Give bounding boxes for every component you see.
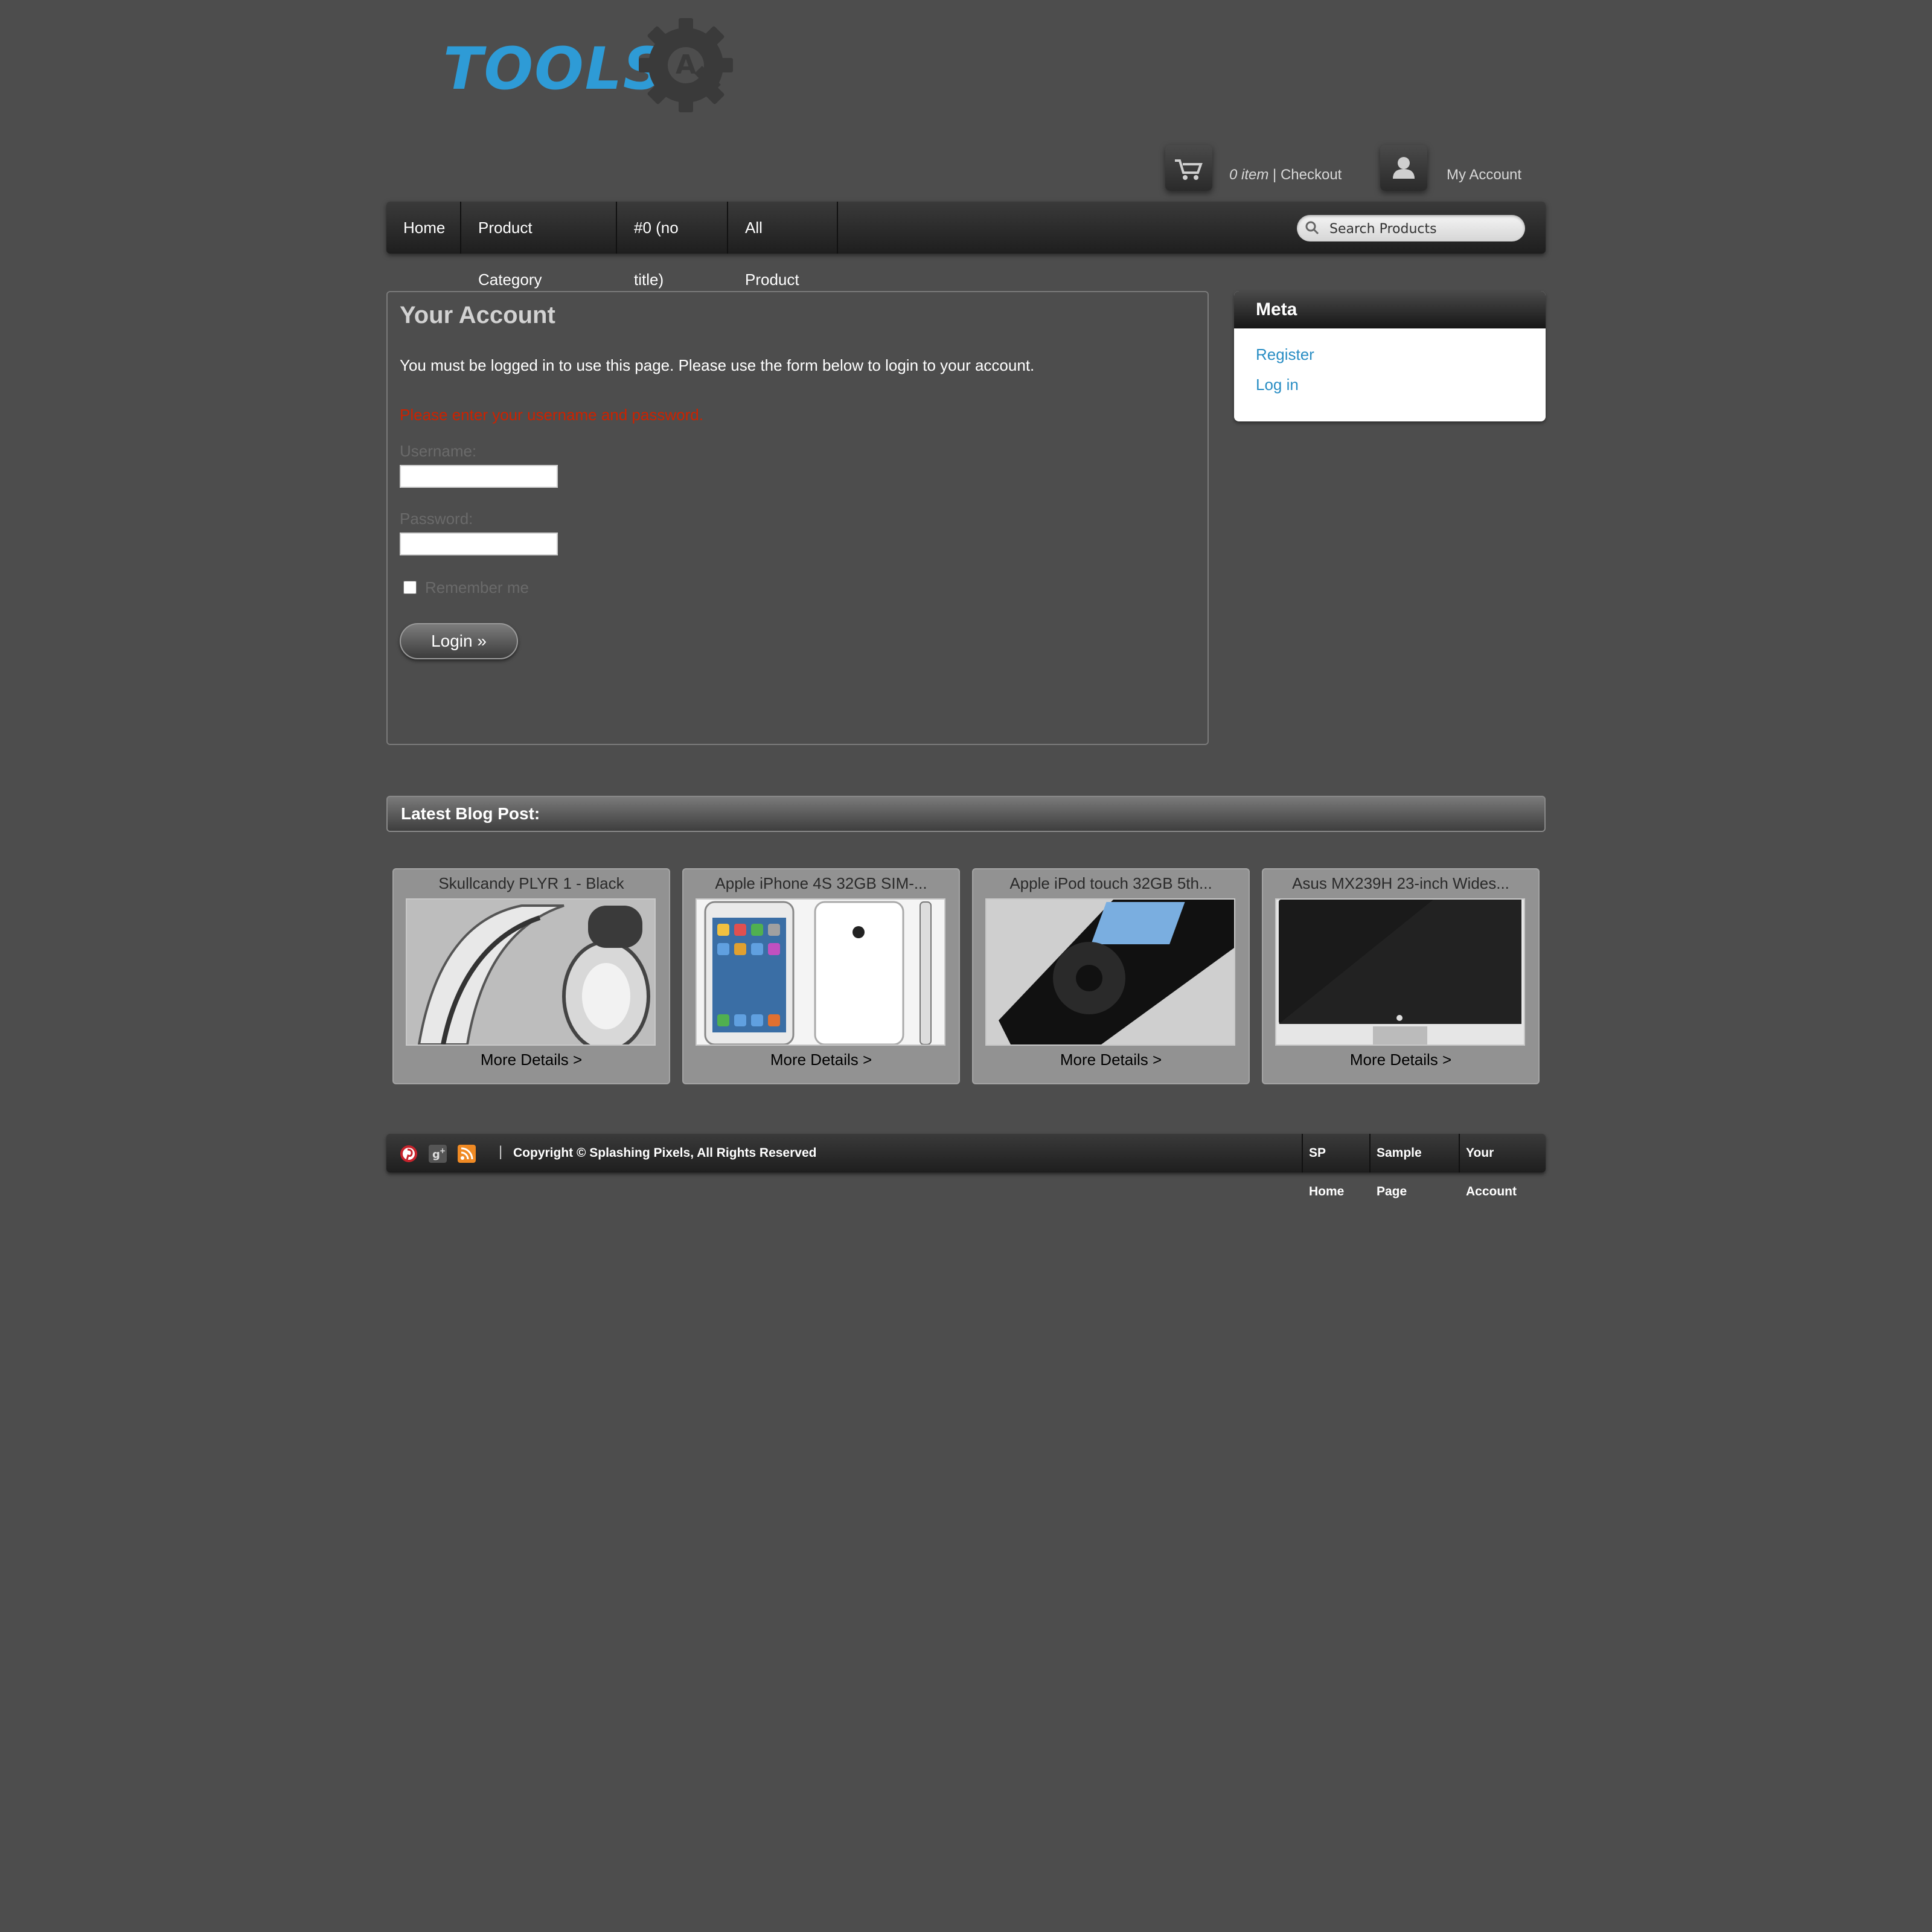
product-title[interactable]: Skullcandy PLYR 1 - Black bbox=[394, 874, 669, 893]
remember-me-checkbox[interactable] bbox=[403, 581, 417, 594]
remember-me-label: Remember me bbox=[425, 578, 529, 597]
checkout-link[interactable]: Checkout bbox=[1281, 167, 1342, 183]
more-details-link[interactable]: More Details > bbox=[973, 1051, 1249, 1069]
google-plus-icon[interactable]: g + bbox=[429, 1145, 447, 1163]
rss-icon[interactable] bbox=[458, 1145, 476, 1163]
product-image-ipod[interactable] bbox=[985, 898, 1235, 1046]
product-image-monitor[interactable] bbox=[1275, 898, 1525, 1046]
product-card: Apple iPod touch 32GB 5th... More Detail… bbox=[972, 868, 1250, 1084]
cart-separator: | bbox=[1268, 167, 1281, 183]
pinterest-icon[interactable] bbox=[400, 1145, 418, 1163]
footer-link-sample-page[interactable]: Sample Page bbox=[1369, 1134, 1459, 1198]
footer-link-sp-home[interactable]: SP Home bbox=[1302, 1134, 1369, 1198]
username-field[interactable] bbox=[400, 465, 558, 488]
meta-title: Meta bbox=[1234, 291, 1546, 328]
product-card: Skullcandy PLYR 1 - Black More Details > bbox=[392, 868, 670, 1084]
product-card: Asus MX239H 23-inch Wides... More Detail… bbox=[1262, 868, 1540, 1084]
login-link[interactable]: Log in bbox=[1256, 376, 1299, 394]
account-panel: Your Account You must be logged in to us… bbox=[386, 291, 1209, 745]
my-account-link[interactable]: My Account bbox=[1447, 167, 1521, 184]
cart-summary: 0 item | Checkout bbox=[1229, 167, 1342, 184]
login-button[interactable]: Login » bbox=[400, 623, 518, 659]
page-wrapper: TOOLS A 0 item | Checkout My Account Hom… bbox=[386, 0, 1546, 1208]
nav-item-home[interactable]: Home bbox=[386, 202, 461, 254]
product-image-headphones[interactable] bbox=[406, 898, 656, 1046]
register-link[interactable]: Register bbox=[1256, 345, 1314, 364]
footer-separator: | bbox=[499, 1144, 503, 1160]
cart-button[interactable] bbox=[1165, 145, 1212, 191]
product-image-iphone[interactable] bbox=[696, 898, 945, 1046]
copyright-text: Copyright © Splashing Pixels, All Rights… bbox=[513, 1146, 817, 1160]
svg-text:g: g bbox=[432, 1148, 440, 1161]
product-title[interactable]: Apple iPhone 4S 32GB SIM-... bbox=[683, 874, 959, 893]
product-card: Apple iPhone 4S 32GB SIM-... More Detail… bbox=[682, 868, 960, 1084]
site-footer: g + | Copyright © Splashing Pixels, All … bbox=[386, 1134, 1546, 1198]
latest-blog-header: Latest Blog Post: bbox=[386, 796, 1546, 832]
nav-item-no-title[interactable]: #0 (no title) bbox=[617, 202, 728, 289]
main-nav: Home Product Category #0 (no title) All … bbox=[386, 202, 1546, 289]
search-input[interactable] bbox=[1328, 215, 1518, 243]
search-icon[interactable] bbox=[1304, 220, 1320, 235]
meta-widget: Meta Register Log in bbox=[1234, 291, 1546, 421]
nav-item-product-category[interactable]: Product Category bbox=[461, 202, 617, 289]
account-button[interactable] bbox=[1380, 145, 1427, 191]
password-label: Password: bbox=[400, 510, 473, 528]
product-title[interactable]: Asus MX239H 23-inch Wides... bbox=[1263, 874, 1538, 893]
site-logo[interactable]: TOOLS A bbox=[443, 11, 757, 126]
user-icon bbox=[1393, 157, 1415, 179]
more-details-link[interactable]: More Details > bbox=[394, 1051, 669, 1069]
more-details-link[interactable]: More Details > bbox=[1263, 1051, 1538, 1069]
product-title[interactable]: Apple iPod touch 32GB 5th... bbox=[973, 874, 1249, 893]
gear-logo-icon: A bbox=[639, 18, 733, 112]
logo-badge-letter: A bbox=[676, 50, 696, 80]
username-label: Username: bbox=[400, 442, 477, 460]
more-details-link[interactable]: More Details > bbox=[683, 1051, 959, 1069]
login-required-message: You must be logged in to use this page. … bbox=[400, 356, 1035, 374]
footer-link-your-account[interactable]: Your Account bbox=[1459, 1134, 1546, 1198]
svg-text:+: + bbox=[440, 1147, 446, 1155]
login-error-message: Please enter your username and password. bbox=[400, 406, 703, 424]
page-title: Your Account bbox=[400, 302, 555, 328]
nav-item-all-product[interactable]: All Product bbox=[728, 202, 838, 289]
password-field[interactable] bbox=[400, 533, 558, 555]
cart-icon bbox=[1175, 159, 1203, 180]
search-box bbox=[1297, 215, 1525, 243]
cart-count: 0 item bbox=[1229, 167, 1269, 183]
